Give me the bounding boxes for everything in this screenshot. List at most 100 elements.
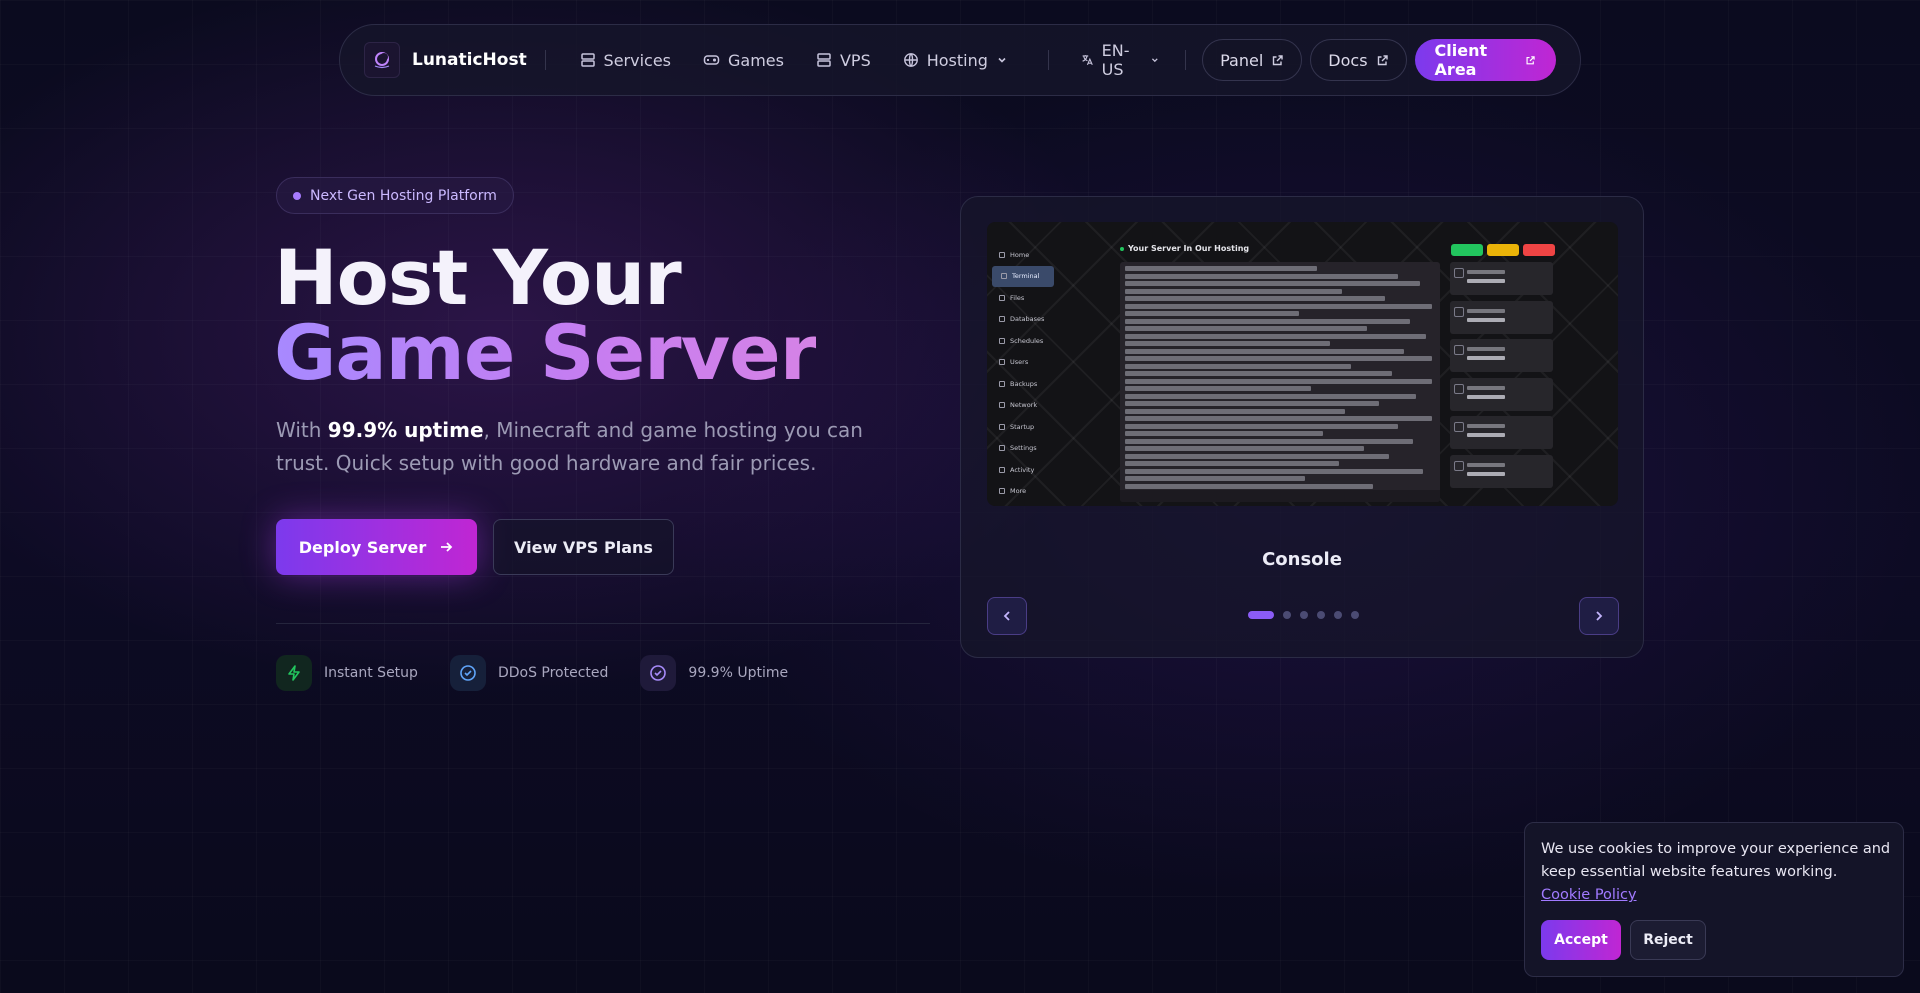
carousel-next-button[interactable]	[1579, 597, 1619, 635]
start-icon	[1451, 244, 1483, 256]
preview-stat-card	[1450, 454, 1553, 488]
hero-badge: Next Gen Hosting Platform	[276, 177, 514, 214]
preview-sidebar-icon	[1001, 273, 1007, 280]
preview-sidebar-item: Network	[990, 395, 1056, 417]
client-area-button[interactable]: Client Area	[1414, 39, 1557, 81]
preview-sidebar-label: Startup	[1010, 422, 1035, 431]
language-label: EN-US	[1101, 41, 1130, 79]
preview-log-line	[1125, 311, 1299, 316]
brand-logo-icon	[364, 42, 400, 78]
preview-sidebar-item: Users	[990, 352, 1056, 374]
external-link-icon	[1273, 54, 1283, 65]
carousel-prev-button[interactable]	[987, 597, 1027, 635]
chevron-left-icon	[1003, 611, 1010, 621]
preview-sidebar-icon	[999, 445, 1005, 452]
accept-cookies-button[interactable]: Accept	[1541, 920, 1621, 960]
carousel-dot[interactable]	[1351, 611, 1359, 619]
preview-log-line	[1125, 363, 1352, 369]
panel-label: Panel	[1220, 50, 1264, 70]
language-selector[interactable]: EN-US	[1065, 41, 1176, 79]
preview-sidebar-item: Home	[990, 244, 1056, 266]
brand-link[interactable]: LunaticHost	[364, 42, 527, 78]
nav-item-label: Hosting	[926, 50, 988, 70]
preview-sidebar-item: Startup	[990, 416, 1056, 438]
feature-label: DDoS Protected	[497, 665, 609, 681]
divider	[276, 623, 930, 624]
carousel-dot[interactable]	[1300, 611, 1308, 619]
preview-sidebar-label: More	[1010, 487, 1027, 496]
preview-log-line	[1125, 356, 1432, 361]
cookie-text: We use cookies to improve your experienc…	[1541, 841, 1891, 880]
divider	[1047, 50, 1049, 70]
preview-stat-card	[1450, 416, 1553, 449]
preview-sidebar-icon	[999, 466, 1005, 473]
carousel-dot[interactable]	[1334, 611, 1342, 619]
preview-sidebar-item: Files	[990, 287, 1056, 309]
feature-label: Instant Setup	[324, 665, 418, 681]
preview-sidebar-icon	[999, 359, 1005, 366]
brand-name: LunaticHost	[412, 50, 527, 70]
preview-terminal	[1120, 262, 1440, 502]
preview-log-line	[1125, 288, 1342, 294]
preview-log-line	[1125, 333, 1426, 339]
globe-icon	[903, 53, 918, 67]
external-link-icon	[1377, 54, 1388, 65]
preview-sidebar-item: More	[990, 481, 1056, 503]
reject-cookies-button[interactable]: Reject	[1630, 920, 1706, 960]
panel-button[interactable]: Panel	[1202, 39, 1303, 81]
carousel-dot[interactable]	[1248, 611, 1274, 619]
divider	[1185, 50, 1187, 70]
feature-instant-setup: Instant Setup	[276, 655, 418, 691]
carousel-slide-image: Home Terminal Files Databases Schedules Users…	[987, 222, 1618, 506]
preview-sidebar-label: Terminal	[1012, 272, 1040, 281]
deploy-server-button[interactable]: Deploy Server	[276, 519, 477, 575]
check-circle-icon	[640, 655, 677, 691]
divider	[544, 50, 546, 70]
preview-sidebar-item: Terminal	[992, 265, 1054, 287]
nav-item-hosting[interactable]: Hosting	[887, 51, 1024, 70]
preview-sidebar-item: Databases	[990, 309, 1056, 331]
cookie-policy-link[interactable]: Cookie Policy	[1541, 887, 1637, 903]
preview-log-line	[1125, 408, 1346, 414]
nav-item-vps[interactable]: VPS	[800, 51, 887, 70]
preview-sidebar-label: Settings	[1010, 444, 1037, 453]
nav-item-games[interactable]: Games	[687, 51, 800, 70]
preview-log-line	[1125, 401, 1380, 406]
arrow-right-icon	[441, 542, 453, 552]
carousel-dot[interactable]	[1283, 611, 1291, 619]
preview-sidebar-icon	[999, 316, 1005, 323]
translate-icon	[1082, 55, 1093, 66]
preview-sidebar-label: Activity	[1010, 465, 1035, 474]
preview-sidebar-label: Schedules	[1010, 336, 1044, 345]
client-area-label: Client Area	[1434, 41, 1488, 79]
preview-log-line	[1125, 303, 1432, 309]
preview-sidebar-item: Settings	[990, 438, 1056, 460]
chevron-down-icon	[1151, 58, 1158, 63]
screenshot-carousel: Home Terminal Files Databases Schedules Users…	[960, 196, 1644, 658]
subtitle-prefix: With	[276, 418, 328, 442]
preview-sidebar-label: Home	[1010, 250, 1030, 259]
preview-log-line	[1125, 371, 1392, 376]
feature-ddos-protected: DDoS Protected	[449, 655, 609, 691]
view-vps-plans-button[interactable]: View VPS Plans	[493, 519, 674, 575]
carousel-dot[interactable]	[1317, 611, 1325, 619]
preview-log-line	[1125, 476, 1305, 481]
preview-log-line	[1125, 281, 1420, 286]
preview-log-line	[1125, 468, 1423, 474]
preview-sidebar: Home Terminal Files Databases Schedules Users…	[990, 244, 1056, 502]
feature-list: Instant Setup DDoS Protected 99.9% Uptim…	[276, 655, 788, 691]
preview-log-line	[1125, 273, 1398, 279]
nav-item-label: Services	[603, 50, 672, 70]
preview-log-line	[1125, 341, 1330, 346]
carousel-caption: Console	[1262, 549, 1342, 570]
chevron-right-icon	[1596, 611, 1603, 621]
nav-item-services[interactable]: Services	[564, 51, 687, 70]
docs-button[interactable]: Docs	[1310, 39, 1407, 81]
hero-subtitle: With 99.9% uptime, Minecraft and game ho…	[276, 414, 866, 480]
preview-stat-card	[1450, 262, 1553, 295]
nav-item-label: VPS	[839, 50, 871, 70]
chevron-down-icon	[998, 57, 1006, 63]
preview-sidebar-icon	[999, 402, 1005, 409]
feature-uptime: 99.9% Uptime	[640, 655, 788, 691]
preview-sidebar-item: Backups	[990, 373, 1056, 395]
